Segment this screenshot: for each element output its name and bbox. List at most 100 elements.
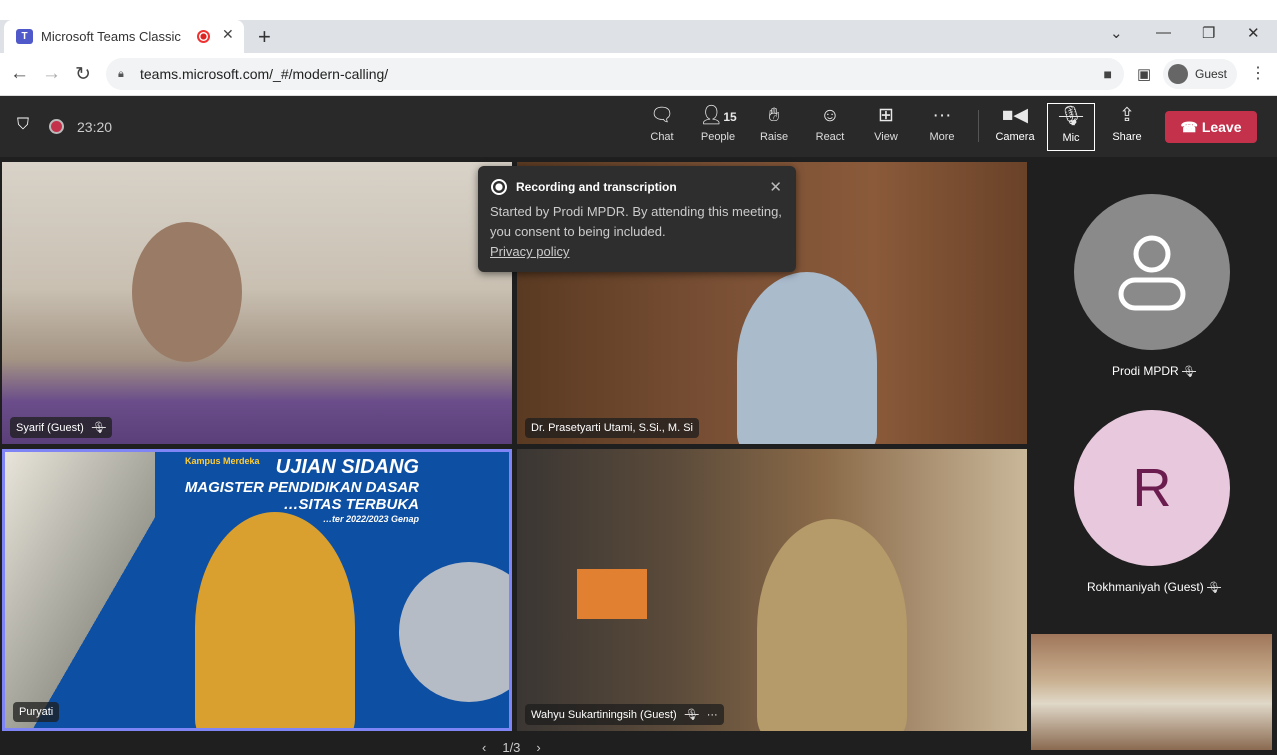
raise-label: Raise: [759, 131, 789, 143]
browser-tab[interactable]: T Microsoft Teams Classic ✕: [4, 20, 244, 53]
participant-name: Prodi MPDR: [1112, 364, 1179, 378]
close-tab-icon[interactable]: ✕: [222, 26, 234, 43]
slide-subtitle: MAGISTER PENDIDIKAN DASAR: [184, 479, 419, 496]
close-icon[interactable]: ✕: [769, 178, 782, 196]
name-tag: Syarif (Guest) 🎙︎: [10, 417, 112, 438]
recording-notification: Recording and transcription Started by P…: [478, 166, 796, 272]
participant-label: Prodi MPDR 🎙︎: [1031, 364, 1277, 378]
chat-label: Chat: [650, 131, 674, 143]
slide-university: …SITAS TERBUKA: [283, 496, 419, 514]
mic-button[interactable]: 🎙︎ Mic: [1047, 103, 1095, 151]
share-icon: ⇪: [1119, 105, 1135, 126]
phone-hangup-icon: ☎︎: [1180, 119, 1202, 135]
meeting-toolbar: ⛉ 23:20 🗨︎ Chat 👤︎15 People ✋︎ Raise ☺ React…: [0, 96, 1277, 157]
react-button[interactable]: ☺ React: [802, 104, 858, 143]
record-icon: [491, 179, 507, 195]
smiley-icon: ☺: [820, 105, 840, 126]
more-icon: ···: [932, 105, 952, 126]
sidepanel-icon[interactable]: ▣: [1137, 65, 1151, 83]
profile-button[interactable]: Guest: [1163, 59, 1237, 89]
leave-button[interactable]: ☎︎ Leave: [1165, 111, 1257, 143]
address-bar: ← → ↻ 🔒︎ teams.microsoft.com/_#/modern-c…: [0, 53, 1277, 96]
fireplace: [577, 569, 647, 619]
chat-icon: 🗨︎: [649, 105, 675, 126]
participant-name: Syarif (Guest): [16, 421, 84, 434]
view-button[interactable]: ⊞ View: [858, 104, 914, 143]
close-window-button[interactable]: ✕: [1247, 24, 1260, 42]
tab-title: Microsoft Teams Classic: [41, 29, 181, 44]
leave-label: Leave: [1201, 119, 1242, 135]
participant-video: [757, 519, 907, 731]
name-tag: Dr. Prasetyarti Utami, S.Si., M. Si: [525, 418, 699, 438]
chat-button[interactable]: 🗨︎ Chat: [634, 104, 690, 143]
avatar[interactable]: R: [1074, 410, 1230, 566]
avatar-initial: R: [1132, 458, 1172, 518]
slide-text: UJIAN SIDANG MAGISTER PENDIDIKAN DASAR ……: [185, 456, 419, 524]
participant-label: Rokhmaniyah (Guest) 🎙︎: [1031, 580, 1277, 594]
more-label: More: [929, 131, 955, 143]
mic-off-icon: 🎙︎: [684, 709, 699, 721]
mic-off-icon: 🎙︎: [1182, 366, 1196, 378]
lock-icon: 🔒︎: [118, 68, 124, 80]
camera-label: Camera: [995, 131, 1035, 143]
reload-button[interactable]: ↻: [75, 63, 91, 86]
participant-video: [195, 512, 355, 728]
slide-decoration: [5, 452, 155, 728]
shield-icon: ⛉: [17, 116, 30, 133]
tab-search-icon[interactable]: ⌄: [1110, 24, 1123, 42]
hand-icon: ✋︎: [768, 105, 780, 126]
toolbar-divider: [978, 110, 979, 142]
camera-permission-icon[interactable]: ■: [1104, 58, 1112, 90]
recording-indicator-icon: [49, 119, 64, 134]
window-top: [0, 0, 1277, 20]
side-participants: Prodi MPDR 🎙︎ R Rokhmaniyah (Guest) 🎙︎: [1031, 162, 1277, 632]
moon-image: [399, 562, 509, 702]
privacy-policy-link[interactable]: Privacy policy: [490, 244, 569, 259]
browser-menu-icon[interactable]: ⋮: [1250, 63, 1266, 83]
name-tag: Wahyu Sukartiningsih (Guest) 🎙︎ ···: [525, 704, 724, 725]
minimize-button[interactable]: —: [1156, 24, 1171, 41]
participant-video: [132, 222, 242, 362]
participant-video: [737, 272, 877, 444]
forward-button[interactable]: →: [42, 63, 61, 85]
mic-off-icon: 🎙︎: [1207, 582, 1222, 594]
teams-logo-icon: T: [16, 29, 33, 44]
view-label: View: [874, 131, 898, 143]
new-tab-button[interactable]: +: [258, 24, 271, 50]
raise-hand-button[interactable]: ✋︎ Raise: [746, 104, 802, 143]
participant-name: Rokhmaniyah (Guest): [1086, 580, 1204, 594]
share-button[interactable]: ⇪ Share: [1099, 104, 1155, 143]
camera-button[interactable]: ■◀ Camera: [987, 104, 1043, 143]
participant-name: Dr. Prasetyarti Utami, S.Si., M. Si: [531, 422, 693, 434]
room-video-thumbnail[interactable]: [1031, 634, 1272, 750]
popup-body: Started by Prodi MPDR. By attending this…: [490, 204, 782, 239]
pager: ‹ 1/3 ›: [482, 740, 541, 755]
video-tile[interactable]: Wahyu Sukartiningsih (Guest) 🎙︎ ···: [517, 449, 1027, 731]
people-icon: 👤︎15: [699, 105, 737, 126]
people-count: 15: [723, 110, 737, 124]
page-indicator: 1/3: [502, 740, 521, 755]
next-page-icon[interactable]: ›: [536, 740, 540, 755]
video-tile[interactable]: Syarif (Guest) 🎙︎: [2, 162, 512, 444]
back-button[interactable]: ←: [10, 63, 29, 85]
people-button[interactable]: 👤︎15 People: [690, 104, 746, 143]
person-icon: [1118, 235, 1186, 311]
video-tile-active-speaker[interactable]: Kampus Merdeka UJIAN SIDANG MAGISTER PEN…: [2, 449, 512, 731]
participant-name: Puryati: [19, 706, 54, 718]
avatar[interactable]: [1074, 194, 1230, 350]
mic-off-icon: 🎙︎: [1058, 106, 1084, 127]
restore-button[interactable]: ❐: [1202, 24, 1215, 42]
people-label: People: [700, 131, 736, 143]
previous-page-icon[interactable]: ‹: [482, 740, 486, 755]
name-tag: Puryati: [13, 702, 60, 722]
browser-tabstrip: T Microsoft Teams Classic ✕ + ⌄ — ❐ ✕: [0, 0, 1277, 53]
slide-title: UJIAN SIDANG: [275, 456, 419, 478]
more-options-icon[interactable]: ···: [707, 709, 718, 721]
meeting-timer: 23:20: [77, 119, 113, 135]
profile-avatar-icon: [1168, 64, 1188, 84]
share-label: Share: [1112, 131, 1142, 143]
more-button[interactable]: ··· More: [914, 104, 970, 143]
url-field[interactable]: 🔒︎ teams.microsoft.com/_#/modern-calling…: [106, 58, 1124, 90]
url-text: teams.microsoft.com/_#/modern-calling/: [140, 66, 389, 82]
popup-title: Recording and transcription: [516, 180, 677, 194]
